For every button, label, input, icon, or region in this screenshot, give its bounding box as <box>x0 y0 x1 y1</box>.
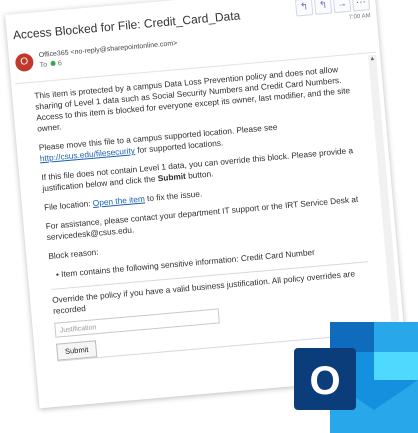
email-time: 7:00 AM <box>348 13 371 21</box>
sender-address[interactable]: Office365 <no-reply@sharepointonline.com… <box>39 40 178 59</box>
file-location-tail: to fix the issue. <box>146 188 203 204</box>
logo-tile-top-right <box>374 322 418 354</box>
reply-icon[interactable]: ↰ <box>294 0 314 17</box>
logo-tile-mid-right <box>374 352 418 384</box>
avatar: O <box>14 52 35 73</box>
scrollbar[interactable] <box>368 54 404 368</box>
submit-button[interactable]: Submit <box>56 340 98 361</box>
paragraph-override-tail: button. <box>187 168 214 181</box>
screenshot-stage: Access Blocked for File: Credit_Card_Dat… <box>0 0 418 433</box>
to-value[interactable]: 6 <box>58 60 63 67</box>
to-label: To <box>39 61 48 70</box>
scroll-up-icon[interactable]: ▲ <box>368 55 377 64</box>
more-options-icon[interactable]: ··· <box>351 0 371 12</box>
submit-emphasis: Submit <box>157 170 187 184</box>
recipient-line: To 6 <box>39 60 62 69</box>
open-item-link[interactable]: Open the item <box>92 193 145 208</box>
presence-icon <box>50 60 57 67</box>
email-body: This item is protected by a campus Data … <box>34 63 375 362</box>
outlook-logo-icon: O <box>294 322 418 433</box>
file-location-label: File location: <box>43 198 91 213</box>
forward-icon[interactable]: → <box>332 0 352 14</box>
logo-letter: O <box>309 359 340 403</box>
reply-all-icon[interactable]: ↰ <box>313 0 333 15</box>
